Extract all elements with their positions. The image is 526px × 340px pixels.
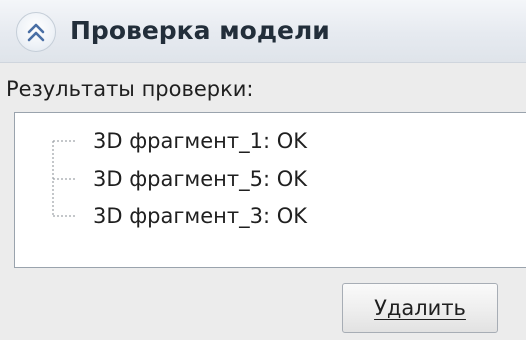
tree-item[interactable]: 3D фрагмент_1: OK — [93, 124, 307, 158]
tree-item-status: OK — [276, 167, 308, 191]
tree-item-name: 3D фрагмент_3: — [93, 204, 271, 228]
tree-connector-lines — [52, 140, 75, 217]
model-check-panel: Проверка модели Результаты проверки: 3D … — [0, 0, 526, 340]
tree-item[interactable]: 3D фрагмент_3: OK — [93, 199, 307, 233]
panel-header[interactable]: Проверка модели — [0, 0, 526, 63]
results-tree[interactable]: 3D фрагмент_1: OK 3D фрагмент_5: OK 3D ф… — [14, 112, 526, 268]
tree-item-name: 3D фрагмент_1: — [93, 129, 271, 153]
delete-button[interactable]: Удалить — [342, 283, 498, 333]
tree-item-status: OK — [276, 129, 308, 153]
results-label: Результаты проверки: — [6, 77, 254, 101]
chevron-double-up-icon[interactable] — [16, 12, 56, 52]
tree-item-status: OK — [276, 204, 308, 228]
tree-item[interactable]: 3D фрагмент_5: OK — [93, 162, 307, 196]
tree-item-name: 3D фрагмент_5: — [93, 167, 271, 191]
panel-title: Проверка модели — [70, 16, 330, 45]
